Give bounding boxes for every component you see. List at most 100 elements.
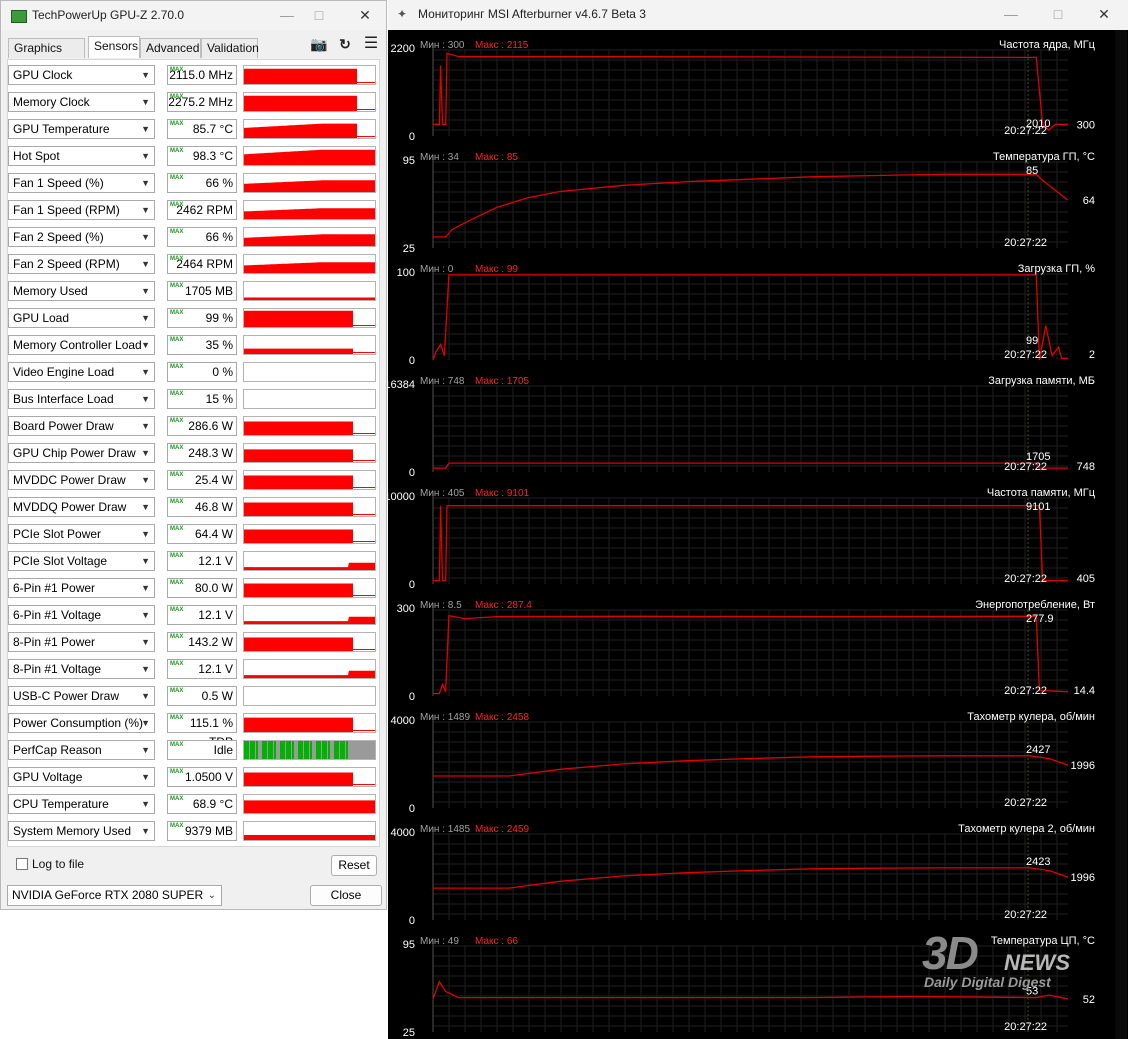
sensor-value[interactable]: MAX 2462 RPM — [167, 200, 237, 220]
sensor-value[interactable]: MAX 35 % — [167, 335, 237, 355]
graph-end-value: 14.4 — [1074, 685, 1095, 697]
sensor-value[interactable]: MAX 12.1 V — [167, 605, 237, 625]
sensor-value[interactable]: MAX Idle — [167, 740, 237, 760]
sensor-name-dropdown[interactable]: GPU Load ▼ — [8, 308, 155, 328]
afterburner-window: ✦ Мониторинг MSI Afterburner v4.6.7 Beta… — [388, 0, 1128, 1039]
sensor-value[interactable]: MAX 2115.0 MHz — [167, 65, 237, 85]
sensor-name-dropdown[interactable]: Fan 1 Speed (%) ▼ — [8, 173, 155, 193]
close-icon[interactable]: ✕ — [355, 6, 375, 24]
sensor-name-dropdown[interactable]: Hot Spot ▼ — [8, 146, 155, 166]
ab-close-icon[interactable]: ✕ — [1094, 5, 1114, 23]
sensor-value[interactable]: MAX 2275.2 MHz — [167, 92, 237, 112]
tab-validation[interactable]: Validation — [201, 38, 259, 58]
close-button[interactable]: Close — [310, 885, 382, 906]
sensor-value[interactable]: MAX 0 % — [167, 362, 237, 382]
monitoring-graphs[interactable]: Мин : 300 Макс : 2115 Частота ядра, МГц220… — [388, 30, 1128, 1039]
gpu-select-dropdown[interactable]: NVIDIA GeForce RTX 2080 SUPER ⌄ — [7, 885, 222, 906]
camera-icon[interactable]: 📷 — [309, 35, 329, 53]
minimize-icon[interactable]: — — [277, 6, 297, 24]
refresh-icon[interactable]: ↻ — [335, 35, 355, 53]
tab-advanced[interactable]: Advanced — [140, 38, 201, 58]
sensor-name-dropdown[interactable]: MVDDQ Power Draw ▼ — [8, 497, 155, 517]
sensor-value[interactable]: MAX 66 % — [167, 227, 237, 247]
tab-graphics-card[interactable]: Graphics Card — [8, 38, 85, 74]
perfcap-segment — [340, 741, 345, 759]
graph-time-label: 20:27:22 — [1004, 237, 1047, 249]
sensor-name-dropdown[interactable]: System Memory Used ▼ — [8, 821, 155, 841]
sensor-value[interactable]: MAX 46.8 W — [167, 497, 237, 517]
sensor-name-dropdown[interactable]: 6-Pin #1 Voltage ▼ — [8, 605, 155, 625]
sensor-value[interactable]: MAX 85.7 °C — [167, 119, 237, 139]
sensor-name-dropdown[interactable]: Fan 2 Speed (%) ▼ — [8, 227, 155, 247]
sensor-value[interactable]: MAX 286.6 W — [167, 416, 237, 436]
sensor-name-dropdown[interactable]: MVDDC Power Draw ▼ — [8, 470, 155, 490]
max-badge: MAX — [170, 634, 184, 640]
sensor-value[interactable]: MAX 12.1 V — [167, 551, 237, 571]
chevron-down-icon: ▼ — [141, 826, 150, 836]
sensor-name-dropdown[interactable]: Memory Controller Load ▼ — [8, 335, 155, 355]
sensor-name-dropdown[interactable]: GPU Chip Power Draw ▼ — [8, 443, 155, 463]
tab-sensors[interactable]: Sensors — [88, 36, 140, 58]
sensor-name-dropdown[interactable]: Memory Used ▼ — [8, 281, 155, 301]
sensor-graph — [243, 389, 376, 409]
sensor-row: Fan 2 Speed (%) ▼ MAX 66 % — [8, 227, 378, 249]
sensor-value[interactable]: MAX 9379 MB — [167, 821, 237, 841]
sensor-name-dropdown[interactable]: 8-Pin #1 Power ▼ — [8, 632, 155, 652]
sensor-name-dropdown[interactable]: GPU Temperature ▼ — [8, 119, 155, 139]
sensor-name-dropdown[interactable]: PCIe Slot Power ▼ — [8, 524, 155, 544]
sensor-value[interactable]: MAX 0.5 W — [167, 686, 237, 706]
sensor-name-dropdown[interactable]: Memory Clock ▼ — [8, 92, 155, 112]
sensor-name-dropdown[interactable]: CPU Temperature ▼ — [8, 794, 155, 814]
sensor-value[interactable]: MAX 1705 MB — [167, 281, 237, 301]
sensor-graph — [243, 335, 376, 355]
sensor-value[interactable]: MAX 12.1 V — [167, 659, 237, 679]
sensor-name-dropdown[interactable]: Fan 1 Speed (RPM) ▼ — [8, 200, 155, 220]
sensor-value[interactable]: MAX 80.0 W — [167, 578, 237, 598]
ab-minimize-icon[interactable]: — — [1001, 5, 1021, 23]
sensor-value[interactable]: MAX 99 % — [167, 308, 237, 328]
sensor-graph-fill — [244, 562, 375, 570]
sensor-row: Bus Interface Load ▼ MAX 15 % — [8, 389, 378, 411]
menu-icon[interactable]: ☰ — [361, 35, 381, 53]
sensor-name-dropdown[interactable]: Bus Interface Load ▼ — [8, 389, 155, 409]
sensor-value[interactable]: MAX 64.4 W — [167, 524, 237, 544]
ab-maximize-icon[interactable]: □ — [1048, 5, 1068, 23]
sensor-value[interactable]: MAX 98.3 °C — [167, 146, 237, 166]
sensor-name-dropdown[interactable]: USB-C Power Draw ▼ — [8, 686, 155, 706]
sensor-value[interactable]: MAX 143.2 W — [167, 632, 237, 652]
sensor-graph — [243, 740, 376, 760]
afterburner-window-title: Мониторинг MSI Afterburner v4.6.7 Beta 3 — [418, 7, 646, 21]
sensor-value[interactable]: MAX 1.0500 V — [167, 767, 237, 787]
sensor-graph-fill — [244, 717, 353, 732]
sensor-graph — [243, 443, 376, 463]
gpuz-titlebar[interactable]: TechPowerUp GPU-Z 2.70.0 — □ ✕ — [1, 1, 386, 31]
max-badge: MAX — [170, 391, 184, 397]
sensor-value[interactable]: MAX115.1 % TDP — [167, 713, 237, 749]
sensor-name-dropdown[interactable]: Video Engine Load ▼ — [8, 362, 155, 382]
sensor-name-dropdown[interactable]: Fan 2 Speed (RPM) ▼ — [8, 254, 155, 274]
sensor-name-dropdown[interactable]: Board Power Draw ▼ — [8, 416, 155, 436]
sensor-name-dropdown[interactable]: 6-Pin #1 Power ▼ — [8, 578, 155, 598]
perfcap-segment — [316, 741, 321, 759]
afterburner-titlebar[interactable]: ✦ Мониторинг MSI Afterburner v4.6.7 Beta… — [388, 0, 1128, 30]
sensor-value[interactable]: MAX 2464 RPM — [167, 254, 237, 274]
log-checkbox-box[interactable] — [16, 858, 28, 870]
sensor-graph — [243, 659, 376, 679]
sensor-name-dropdown[interactable]: GPU Clock ▼ — [8, 65, 155, 85]
sensor-name-dropdown[interactable]: Power Consumption (%) ▼ — [8, 713, 155, 733]
sensor-name-dropdown[interactable]: PerfCap Reason ▼ — [8, 740, 155, 760]
max-badge: MAX — [170, 256, 184, 262]
sensor-name-dropdown[interactable]: PCIe Slot Voltage ▼ — [8, 551, 155, 571]
sensor-value[interactable]: MAX 25.4 W — [167, 470, 237, 490]
graph-max-label: Макс : 2459 — [475, 824, 530, 835]
reset-button[interactable]: Reset — [331, 855, 377, 876]
sensor-graph-fill — [244, 95, 357, 111]
sensor-value[interactable]: MAX 248.3 W — [167, 443, 237, 463]
sensor-value[interactable]: MAX 15 % — [167, 389, 237, 409]
sensor-name-dropdown[interactable]: 8-Pin #1 Voltage ▼ — [8, 659, 155, 679]
sensor-value[interactable]: MAX 66 % — [167, 173, 237, 193]
maximize-icon[interactable]: □ — [309, 6, 329, 24]
sensor-name-dropdown[interactable]: GPU Voltage ▼ — [8, 767, 155, 787]
sensor-value[interactable]: MAX 68.9 °C — [167, 794, 237, 814]
sensor-graph-fill — [244, 835, 375, 840]
